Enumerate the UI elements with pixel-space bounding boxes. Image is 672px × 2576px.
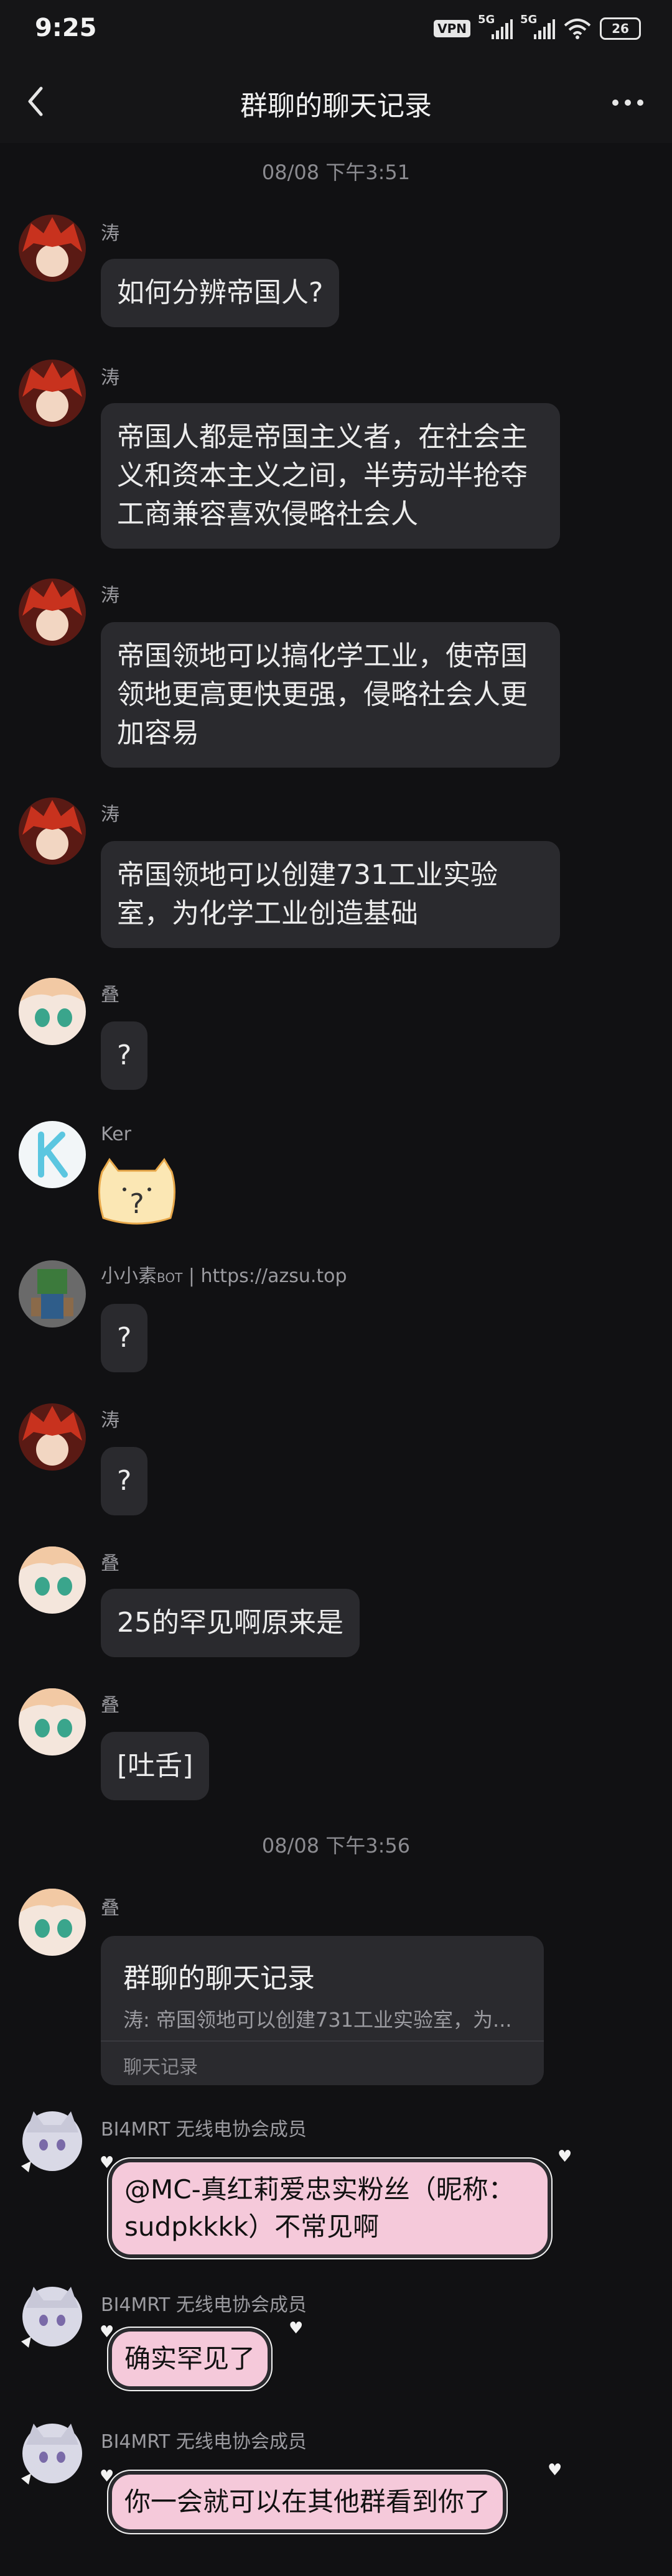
sender-name: 涛 [101,223,119,244]
avatar-die[interactable] [19,1546,86,1614]
message-bubble[interactable]: [吐舌] [101,1732,210,1800]
status-time: 9:25 [35,14,97,42]
avatar-bi4mrt[interactable] [15,2104,90,2178]
vpn-icon: VPN [434,20,470,37]
message-bubble[interactable]: 你一会就可以在其他群看到你了 [112,2475,503,2529]
avatar-bi4mrt[interactable] [15,2416,90,2491]
signal-icon-2: 5G [520,13,556,39]
message-bubble[interactable]: ? [101,1447,148,1515]
page-title: 群聊的聊天记录 [240,90,432,122]
heart-icon: ♥ [548,2461,562,2480]
message-bubble[interactable]: 帝国人都是帝国主义者，在社会主义和资本主义之间，半劳动半抢夺工商兼容喜欢侵略社会… [101,403,560,549]
sender-name-bot: 小小素BOT | https://azsu.top [101,1265,347,1287]
status-bar: 9:25 VPN 5G 5G 26 [0,0,672,62]
sender-name: BI4MRT 无线电协会成员 [101,2431,307,2453]
card-snippet: 涛: 帝国领地可以创建731工业实验室，为... [123,2008,512,2032]
message-bubble[interactable]: 帝国领地可以搞化学工业，使帝国领地更高更快更强，侵略社会人更加容易 [101,622,560,768]
sender-name: 叠 [101,1897,119,1919]
more-options-icon[interactable] [606,81,650,124]
message-bubble[interactable]: 如何分辨帝国人? [101,259,340,327]
heart-icon: ♥ [100,2323,114,2341]
sender-name: 涛 [101,1410,119,1431]
avatar-bot[interactable] [19,1260,86,1328]
wifi-icon [564,19,591,39]
avatar-die[interactable] [19,978,86,1045]
message-bubble[interactable]: ? [101,1304,148,1372]
heart-icon: ♥ [100,2467,114,2486]
avatar-tao[interactable] [19,215,86,282]
svg-text:?: ? [129,1188,144,1220]
message-bubble[interactable]: 确实罕见了 [112,2332,268,2386]
sender-name: 涛 [101,804,119,825]
sender-name: 叠 [101,1553,119,1574]
sender-name: 叠 [101,1695,119,1716]
card-footer: 聊天记录 [123,2057,198,2078]
avatar-die[interactable] [19,1688,86,1755]
timestamp: 08/08 下午3:51 [261,160,411,184]
sender-name: Ker [101,1123,131,1145]
sender-name: 叠 [101,984,119,1006]
forwarded-chat-card[interactable]: 群聊的聊天记录 涛: 帝国领地可以创建731工业实验室，为... 聊天记录 [101,1936,544,2085]
heart-icon: ♥ [100,2154,114,2172]
avatar-tao[interactable] [19,1403,86,1471]
message-bubble[interactable]: 帝国领地可以创建731工业实验室，为化学工业创造基础 [101,841,560,948]
sender-name: 涛 [101,585,119,607]
avatar-tao[interactable] [19,579,86,646]
cat-sticker-icon[interactable]: ? [93,1156,180,1229]
message-bubble[interactable]: @MC-真红莉爱忠实粉丝（昵称：sudpkkkk）不常见啊 [112,2162,548,2254]
timestamp: 08/08 下午3:56 [261,1834,411,1858]
avatar-tao[interactable] [19,797,86,865]
card-divider [101,2040,544,2042]
signal-icon-1: 5G [478,13,513,39]
sender-name: 涛 [101,367,119,389]
avatar-tao[interactable] [19,360,86,427]
avatar-die[interactable] [19,1889,86,1956]
chat-header: 群聊的聊天记录 [0,62,672,143]
heart-icon: ♥ [289,2319,304,2338]
status-icons: VPN 5G 5G 26 [434,13,641,40]
battery-icon: 26 [600,17,641,40]
sender-name: BI4MRT 无线电协会成员 [101,2294,307,2316]
message-bubble[interactable]: 25的罕见啊原来是 [101,1589,360,1657]
sender-name: BI4MRT 无线电协会成员 [101,2119,307,2141]
message-bubble[interactable]: ? [101,1021,148,1090]
avatar-ker[interactable] [19,1121,86,1188]
avatar-bi4mrt[interactable] [15,2279,90,2354]
heart-icon: ♥ [558,2147,572,2166]
card-title: 群聊的聊天记录 [123,1963,315,1994]
